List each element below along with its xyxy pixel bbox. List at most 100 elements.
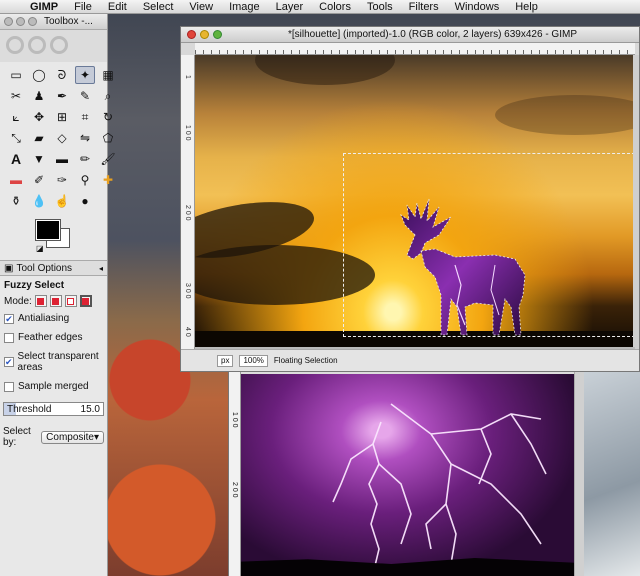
minimize-icon[interactable] bbox=[200, 30, 209, 39]
threshold-slider[interactable]: Threshold 15.0 bbox=[3, 402, 104, 416]
menu-app[interactable]: GIMP bbox=[22, 1, 66, 13]
menu-edit[interactable]: Edit bbox=[100, 1, 135, 13]
crop-icon[interactable]: ⌗ bbox=[75, 108, 95, 126]
paths-icon[interactable]: ✒ bbox=[52, 87, 72, 105]
antialiasing-checkbox[interactable]: ✔ bbox=[4, 313, 14, 324]
unit-value: px bbox=[221, 356, 230, 365]
tool-grid: ▭ ◯ ᘐ ✦ ▦ ✂ ♟ ✒ ✎ ⌕ ⟀ ✥ ⊞ ⌗ ↻ ⤡ ▰ ◇ ⇋ ⬠ … bbox=[0, 62, 116, 214]
zoom-selector[interactable]: 100% bbox=[239, 354, 268, 367]
toolbox-window: Toolbox -... ▭ ◯ ᘐ ✦ ▦ ✂ ♟ ✒ ✎ ⌕ ⟀ ✥ ⊞ ⌗… bbox=[0, 14, 116, 576]
mode-add-icon[interactable] bbox=[49, 295, 62, 307]
feather-checkbox[interactable] bbox=[4, 332, 14, 343]
vertical-scrollbar[interactable] bbox=[574, 372, 584, 576]
mode-subtract-icon[interactable] bbox=[64, 295, 77, 307]
rotate-icon[interactable]: ↻ bbox=[98, 108, 118, 126]
ruler-label: 1 0 0 bbox=[231, 412, 238, 428]
vertical-scrollbar[interactable] bbox=[633, 55, 639, 349]
default-colors-icon[interactable]: ◪ bbox=[36, 244, 44, 253]
airbrush-icon[interactable]: ✐ bbox=[29, 171, 49, 189]
measure-icon[interactable]: ⟀ bbox=[6, 108, 26, 126]
paintbrush-icon[interactable]: 🖌 bbox=[98, 150, 118, 168]
select-by-dropdown[interactable]: Composite ▾ bbox=[41, 430, 104, 444]
menu-layer[interactable]: Layer bbox=[268, 1, 312, 13]
zoom-value: 100% bbox=[243, 356, 264, 365]
color-picker-icon[interactable]: ✎ bbox=[75, 87, 95, 105]
tab-tool-options[interactable]: ▣ Tool Options bbox=[4, 263, 72, 274]
menu-colors[interactable]: Colors bbox=[311, 1, 359, 13]
antialiasing-option[interactable]: ✔ Antialiasing bbox=[0, 309, 107, 328]
mode-label: Mode: bbox=[4, 295, 32, 307]
menu-tools[interactable]: Tools bbox=[359, 1, 401, 13]
lightning-canvas[interactable] bbox=[241, 374, 575, 576]
menu-bar: GIMP File Edit Select View Image Layer C… bbox=[0, 0, 640, 14]
menu-file[interactable]: File bbox=[66, 1, 100, 13]
ruler-label: 3 0 0 bbox=[184, 283, 191, 299]
toolbox-title: Toolbox -... bbox=[44, 16, 93, 27]
image-window-titlebar[interactable]: *[silhouette] (imported)-1.0 (RGB color,… bbox=[181, 27, 639, 43]
blur-icon[interactable]: 💧 bbox=[29, 192, 49, 210]
lightning-bolts bbox=[332, 403, 547, 575]
move-icon[interactable]: ✥ bbox=[29, 108, 49, 126]
heal-icon[interactable]: ✚ bbox=[98, 171, 118, 189]
horizontal-ruler[interactable] bbox=[195, 43, 635, 55]
smudge-icon[interactable]: ☝ bbox=[52, 192, 72, 210]
mode-row: Mode: bbox=[0, 293, 107, 309]
zoom-icon[interactable] bbox=[28, 17, 37, 26]
select-transparent-checkbox[interactable]: ✔ bbox=[4, 357, 14, 367]
blend-icon[interactable]: ▬ bbox=[52, 150, 72, 168]
shear-icon[interactable]: ▰ bbox=[29, 129, 49, 147]
cage-icon[interactable]: ⬠ bbox=[98, 129, 118, 147]
ruler-label: 4 0 bbox=[184, 327, 191, 337]
status-bar: px 100% Floating Selection bbox=[181, 349, 639, 371]
menu-view[interactable]: View bbox=[181, 1, 221, 13]
mode-intersect-icon[interactable] bbox=[79, 295, 92, 307]
status-message: Floating Selection bbox=[273, 356, 338, 365]
ruler-label: 1 0 0 bbox=[184, 125, 191, 141]
ellipse-select-icon[interactable]: ◯ bbox=[29, 66, 49, 84]
pencil-icon[interactable]: ✏ bbox=[75, 150, 95, 168]
scissors-icon[interactable]: ✂ bbox=[6, 87, 26, 105]
image-canvas[interactable] bbox=[195, 55, 635, 347]
select-transparent-option[interactable]: ✔ Select transparent areas bbox=[0, 347, 107, 377]
foreground-color[interactable] bbox=[36, 220, 60, 240]
align-icon[interactable]: ⊞ bbox=[52, 108, 72, 126]
select-transparent-label: Select transparent areas bbox=[17, 351, 99, 373]
menu-windows[interactable]: Windows bbox=[447, 1, 508, 13]
image-window-title: *[silhouette] (imported)-1.0 (RGB color,… bbox=[287, 29, 577, 40]
tab-menu-icon[interactable]: ◂ bbox=[99, 264, 103, 273]
select-by-label: Select by: bbox=[3, 426, 31, 448]
close-icon[interactable] bbox=[187, 30, 196, 39]
bucket-fill-icon[interactable]: ▼ bbox=[29, 150, 49, 168]
menu-help[interactable]: Help bbox=[507, 1, 546, 13]
toolbox-titlebar[interactable]: Toolbox -... bbox=[0, 14, 107, 30]
options-title: Fuzzy Select bbox=[4, 280, 65, 291]
minimize-icon[interactable] bbox=[16, 17, 25, 26]
dodge-burn-icon[interactable]: ● bbox=[75, 192, 95, 210]
fuzzy-select-icon[interactable]: ✦ bbox=[75, 66, 95, 84]
foreground-select-icon[interactable]: ♟ bbox=[29, 87, 49, 105]
mode-replace-icon[interactable] bbox=[34, 295, 47, 307]
free-select-icon[interactable]: ᘐ bbox=[52, 66, 72, 84]
menu-image[interactable]: Image bbox=[221, 1, 268, 13]
zoom-tool-icon[interactable]: ⌕ bbox=[98, 87, 118, 105]
unit-selector[interactable]: px bbox=[217, 354, 234, 367]
eraser-icon[interactable]: ▬ bbox=[6, 171, 26, 189]
text-icon[interactable]: A bbox=[6, 150, 26, 168]
feather-option[interactable]: Feather edges bbox=[0, 328, 107, 347]
perspective-clone-icon[interactable]: ⚱ bbox=[6, 192, 26, 210]
ink-icon[interactable]: ✑ bbox=[52, 171, 72, 189]
flip-icon[interactable]: ⇋ bbox=[75, 129, 95, 147]
sample-merged-checkbox[interactable] bbox=[4, 381, 14, 392]
menu-select[interactable]: Select bbox=[135, 1, 182, 13]
scale-icon[interactable]: ⤡ bbox=[6, 129, 26, 147]
clone-icon[interactable]: ⚲ bbox=[75, 171, 95, 189]
menu-filters[interactable]: Filters bbox=[401, 1, 447, 13]
feather-label: Feather edges bbox=[18, 332, 83, 343]
close-icon[interactable] bbox=[4, 17, 13, 26]
vertical-ruler[interactable]: 1 1 0 0 2 0 0 3 0 0 4 0 bbox=[181, 55, 195, 349]
rect-select-icon[interactable]: ▭ bbox=[6, 66, 26, 84]
sample-merged-option[interactable]: Sample merged bbox=[0, 377, 107, 396]
color-select-icon[interactable]: ▦ bbox=[98, 66, 118, 84]
perspective-icon[interactable]: ◇ bbox=[52, 129, 72, 147]
zoom-icon[interactable] bbox=[213, 30, 222, 39]
